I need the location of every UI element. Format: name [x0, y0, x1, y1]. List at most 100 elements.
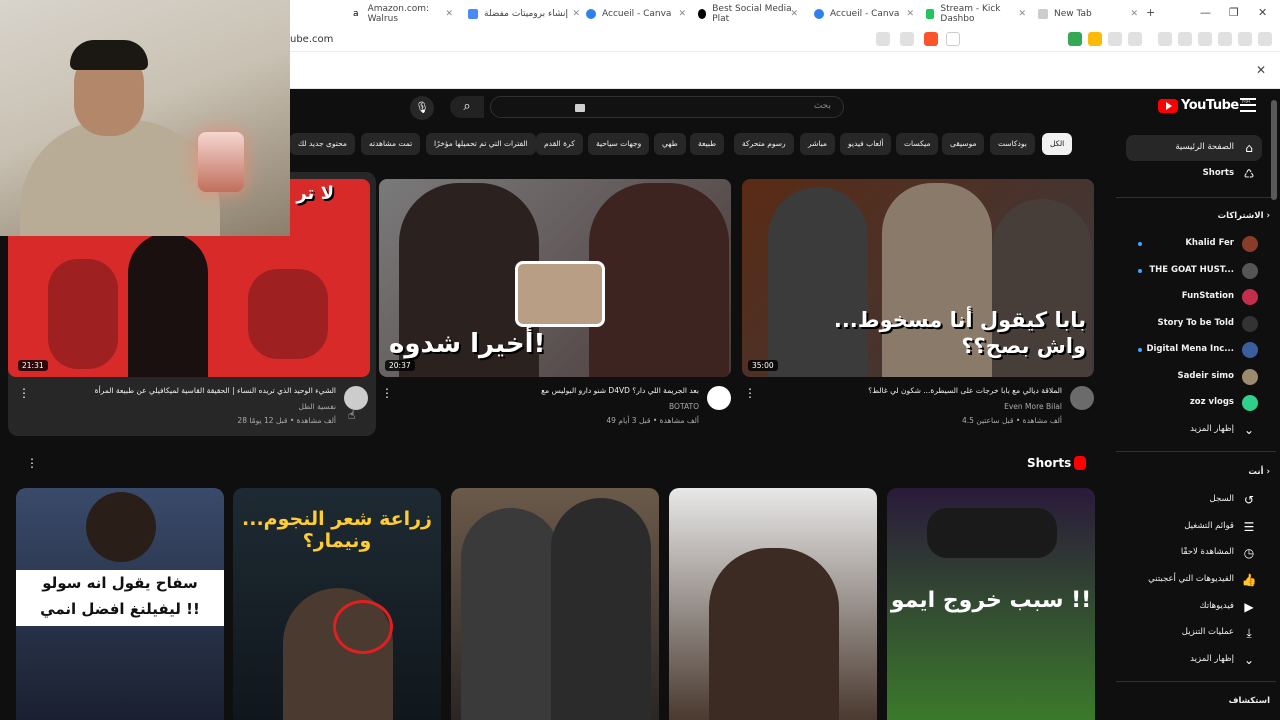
person-figure: [461, 508, 561, 720]
wallet-icon[interactable]: [1198, 32, 1212, 46]
sidebar-show-more[interactable]: إظهار المزيد ⌄: [1126, 647, 1262, 673]
chip-watched[interactable]: تمت مشاهدته: [361, 133, 421, 155]
tab-social-media[interactable]: Best Social Media Plat ✕: [690, 0, 802, 28]
voice-search-icon[interactable]: 🎙: [410, 96, 434, 120]
chip-games[interactable]: ألعاب فيديو: [840, 133, 892, 155]
sidebar-item-home[interactable]: الصفحة الرئيسية ⌂: [1126, 135, 1262, 161]
rewards-icon[interactable]: [946, 32, 960, 46]
media-icon[interactable]: [1158, 32, 1172, 46]
sidebar-item-history[interactable]: السجل ↺: [1126, 487, 1262, 513]
cast-icon[interactable]: [876, 32, 890, 46]
chip-live[interactable]: مباشر: [800, 133, 835, 155]
chip-mixes[interactable]: ميكسات: [896, 133, 939, 155]
tab-new-tab[interactable]: New Tab ✕: [1030, 0, 1142, 28]
sidebar-item-your-videos[interactable]: فيديوهاتك ▶: [1126, 594, 1262, 620]
leo-icon[interactable]: [1218, 32, 1232, 46]
close-icon[interactable]: ✕: [790, 9, 798, 19]
window-close-icon[interactable]: ✕: [1258, 6, 1267, 19]
sidebar-item-watch-later[interactable]: المشاهدة لاحقًا ◷: [1126, 540, 1262, 566]
youtube-logo[interactable]: YouTube MA: [1158, 98, 1251, 113]
vpn-icon[interactable]: [1238, 32, 1252, 46]
sidebar-item-subscription[interactable]: Digital Mena Inc...: [1126, 337, 1262, 363]
page-scrollbar[interactable]: [1271, 100, 1277, 200]
sidebar-item-downloads[interactable]: عمليات التنزيل ⤓: [1126, 620, 1262, 646]
channel-name[interactable]: BOTATO: [669, 402, 699, 411]
sidebar-show-more[interactable]: إظهار المزيد ⌄: [1126, 417, 1262, 443]
subscriptions-header[interactable]: الاشتراكات ›: [1218, 211, 1270, 221]
more-options-icon[interactable]: ⋮: [744, 386, 756, 400]
tab-amazon[interactable]: a Amazon.com: Walrus ✕: [345, 0, 457, 28]
sidebar-toggle-icon[interactable]: [1178, 32, 1192, 46]
chip-cooking[interactable]: طهي: [654, 133, 686, 155]
brave-shield-icon[interactable]: [924, 32, 938, 46]
search-input[interactable]: بحث: [490, 96, 844, 118]
sidebar-item-subscription[interactable]: THE GOAT HUST...: [1126, 258, 1262, 284]
you-header[interactable]: أنت ›: [1248, 467, 1270, 477]
new-tab-button[interactable]: +: [1146, 6, 1155, 19]
tab-canva-2[interactable]: Accueil - Canva ✕: [806, 0, 918, 28]
channel-name[interactable]: Even More Bilal: [1004, 402, 1062, 411]
more-options-icon[interactable]: ⋮: [381, 386, 393, 400]
sidebar-item-subscription[interactable]: Sadeir simo: [1126, 364, 1262, 390]
shorts-more-options-icon[interactable]: ⋮: [26, 456, 38, 470]
video-icon: ▶: [1244, 600, 1254, 614]
chip-music[interactable]: موسيقى: [942, 133, 985, 155]
extension-icon[interactable]: [1088, 32, 1102, 46]
share-icon[interactable]: [900, 32, 914, 46]
chip-recently-uploaded[interactable]: الفترات التي تم تحميلها مؤخرًا: [426, 133, 536, 155]
b-icon: [698, 9, 707, 19]
sidebar-item-subscription[interactable]: FunStation: [1126, 284, 1262, 310]
keyboard-icon[interactable]: [575, 104, 585, 112]
thumbs-up-icon: 👍: [1241, 573, 1257, 587]
close-icon[interactable]: ✕: [445, 9, 453, 19]
sidebar-item-shorts[interactable]: Shorts ♺: [1126, 161, 1262, 187]
video-thumbnail[interactable]: بابا كيقول أنا مسخوط... واش بصح؟؟ 35:00: [742, 179, 1094, 377]
sidebar-item-playlists[interactable]: قوائم التشغيل ☰: [1126, 514, 1262, 540]
extensions-puzzle-icon[interactable]: [1108, 32, 1122, 46]
more-options-icon[interactable]: ⋮: [18, 386, 30, 400]
sidebar-item-subscription[interactable]: Khalid Fer: [1126, 231, 1262, 257]
sidebar-item-subscription[interactable]: Story To be Told: [1126, 311, 1262, 337]
chip-podcast[interactable]: بودكاست: [990, 133, 1035, 155]
close-icon[interactable]: ✕: [906, 9, 914, 19]
video-title[interactable]: الشيء الوحيد الذي تريده النساء | الحقيقة…: [95, 386, 336, 395]
channel-name[interactable]: نفسية الظل: [299, 402, 336, 411]
chip-animation[interactable]: رسوم متحركة: [734, 133, 794, 155]
video-thumbnail[interactable]: أخيرا شدوه! 20:37: [379, 179, 731, 377]
url-field[interactable]: ube.com: [290, 34, 333, 45]
tab-canva-1[interactable]: Accueil - Canva ✕: [578, 0, 690, 28]
video-title[interactable]: شنو دارو البوليس مع D4VD بعد الجريمة الل…: [541, 386, 699, 395]
hamburger-menu-icon[interactable]: [1240, 98, 1256, 112]
chip-football[interactable]: كرة القدم: [536, 133, 583, 155]
chip-nature[interactable]: طبيعة: [690, 133, 725, 155]
chip-all[interactable]: الكل: [1042, 133, 1073, 155]
chip-travel[interactable]: وجهات سياحية: [588, 133, 650, 155]
close-icon[interactable]: ✕: [1018, 9, 1026, 19]
figure-illustration: [128, 233, 208, 377]
restore-icon[interactable]: ❐: [1229, 6, 1239, 19]
extension-icon[interactable]: [1068, 32, 1082, 46]
tab-kick[interactable]: Stream - Kick Dashbo ✕: [918, 0, 1030, 28]
short-thumbnail[interactable]: [669, 488, 877, 720]
gemini-icon: [468, 9, 478, 19]
short-thumbnail[interactable]: [451, 488, 659, 720]
short-thumbnail[interactable]: سفاح يقول انه سولو ليفيلنغ افضل انمي !!: [16, 488, 224, 720]
sidebar-item-subscription[interactable]: zoz vlogs: [1126, 390, 1262, 416]
close-icon[interactable]: ✕: [1256, 63, 1266, 77]
tab-gemini[interactable]: إنشاء بروميتات مفضلة ✕: [460, 0, 584, 28]
menu-icon[interactable]: [1258, 32, 1272, 46]
channel-avatar[interactable]: [344, 386, 368, 410]
short-thumbnail[interactable]: زراعة شعر النجوم... ونيمار؟: [233, 488, 441, 720]
channel-avatar[interactable]: [707, 386, 731, 410]
close-icon[interactable]: ✕: [678, 9, 686, 19]
close-icon[interactable]: ✕: [1130, 9, 1138, 19]
tab-search-icon[interactable]: [1128, 32, 1142, 46]
chip-new-to-you[interactable]: محتوى جديد لك: [290, 133, 355, 155]
channel-avatar[interactable]: [1070, 386, 1094, 410]
search-icon[interactable]: ⌕: [450, 96, 484, 118]
video-title[interactable]: الملاقة ديالي مع بابا خرجات على السيطرة.…: [868, 386, 1062, 395]
minimize-icon[interactable]: —: [1200, 6, 1211, 19]
sidebar-item-liked-videos[interactable]: الفيديوهات التي أعجبتني 👍: [1126, 567, 1262, 593]
short-thumbnail[interactable]: سبب خروج ايمو !!: [887, 488, 1095, 720]
tab-label: Best Social Media Plat: [712, 4, 792, 24]
